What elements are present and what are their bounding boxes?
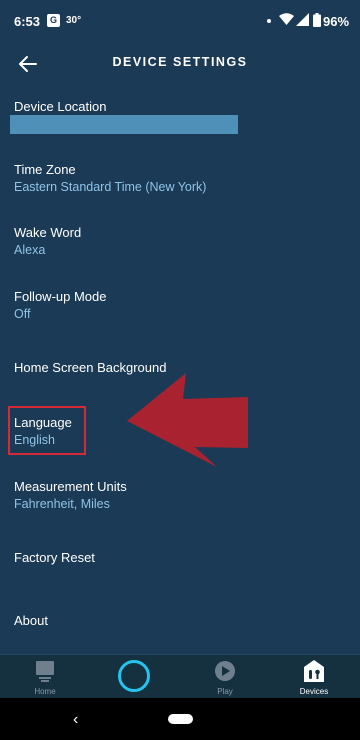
language-highlight-box <box>8 406 86 455</box>
status-time: 6:53 <box>14 14 41 29</box>
app-notification-icon: G <box>47 14 60 27</box>
status-temperature: 30° <box>66 15 82 26</box>
battery-icon <box>313 13 321 27</box>
red-arrow-annotation <box>127 373 248 467</box>
setting-value: Off <box>14 307 31 321</box>
alexa-ring-icon[interactable] <box>118 660 150 692</box>
setting-wake-word[interactable]: Wake Word Alexa <box>14 224 334 259</box>
page-title: DEVICE SETTINGS <box>112 55 248 69</box>
system-navigation-bar: ‹ <box>0 698 360 740</box>
home-icon <box>36 661 54 682</box>
setting-value: Alexa <box>14 243 46 257</box>
setting-value: Eastern Standard Time (New York) <box>14 180 207 194</box>
system-home-pill[interactable] <box>168 714 193 724</box>
nav-devices[interactable]: Devices <box>284 655 344 699</box>
nav-play-label: Play <box>217 687 233 696</box>
devices-icon <box>304 660 324 682</box>
header: DEVICE SETTINGS <box>0 40 360 84</box>
nav-home-label: Home <box>34 687 56 696</box>
wifi-icon <box>279 13 294 25</box>
setting-label: Factory Reset <box>14 550 95 565</box>
location-redaction-bar <box>10 115 238 134</box>
notification-dot-icon <box>267 19 271 23</box>
setting-follow-up-mode[interactable]: Follow-up Mode Off <box>14 288 334 323</box>
setting-measurement-units[interactable]: Measurement Units Fahrenheit, Miles <box>14 478 334 513</box>
setting-factory-reset[interactable]: Factory Reset <box>14 549 334 566</box>
system-back-icon[interactable]: ‹ <box>73 711 78 729</box>
nav-play[interactable]: Play <box>195 655 255 699</box>
setting-label: Device Location <box>14 99 107 114</box>
nav-home[interactable]: Home <box>15 655 75 699</box>
setting-label: About <box>14 613 48 628</box>
nav-devices-label: Devices <box>299 687 329 696</box>
setting-device-location[interactable]: Device Location <box>14 98 334 115</box>
setting-label: Measurement Units <box>14 479 127 494</box>
setting-value: Fahrenheit, Miles <box>14 497 110 511</box>
battery-percentage: 96% <box>323 14 350 29</box>
bottom-navigation: Home Play Devices <box>0 654 360 698</box>
setting-label: Follow-up Mode <box>14 289 107 304</box>
play-icon <box>215 661 235 681</box>
setting-label: Time Zone <box>14 162 76 177</box>
setting-about[interactable]: About <box>14 612 334 629</box>
setting-time-zone[interactable]: Time Zone Eastern Standard Time (New Yor… <box>14 161 334 196</box>
status-bar: 6:53 G 30° 96% <box>0 0 360 40</box>
setting-label: Wake Word <box>14 225 82 240</box>
signal-icon <box>296 13 309 26</box>
